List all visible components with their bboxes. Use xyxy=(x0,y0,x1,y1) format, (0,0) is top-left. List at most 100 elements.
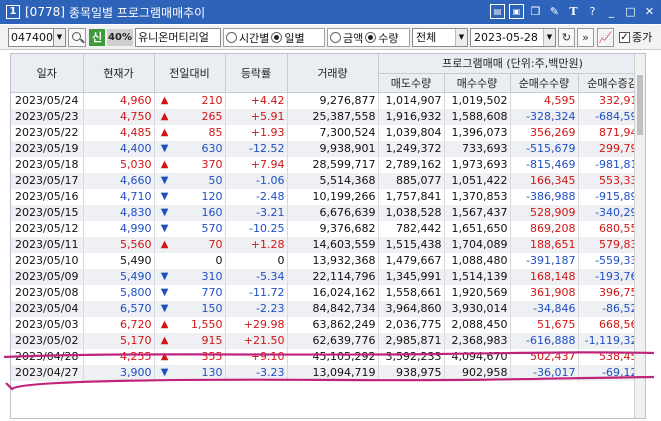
cell-rate: -11.72 xyxy=(225,284,288,301)
pin-icon[interactable]: ✎ xyxy=(547,4,562,19)
help-icon[interactable]: ? xyxy=(585,4,600,19)
table-row[interactable]: 2023/05/12 4,990 ▼ 570 -10.25 9,376,682 782,44… xyxy=(11,220,645,237)
table-row[interactable]: 2023/05/11 5,560 ▲ 70 +1.28 14,603,559 1,515,4… xyxy=(11,236,645,253)
cell-volume: 25,387,558 xyxy=(287,108,379,125)
cell-date: 2023/05/04 xyxy=(11,300,84,317)
cell-buy-qty: 1,396,073 xyxy=(444,124,511,141)
cell-change: ▼ 150 xyxy=(154,300,226,317)
table-row[interactable]: 2023/05/08 5,800 ▼ 770 -11.72 16,024,162 1,558… xyxy=(11,284,645,301)
chart-icon: 📈 xyxy=(598,31,613,44)
up-arrow-icon: ▲ xyxy=(160,158,169,170)
cell-sell-qty: 2,789,162 xyxy=(378,156,445,173)
header-net-qty[interactable]: 순매수수량 xyxy=(510,73,579,93)
table-row[interactable]: 2023/05/19 4,400 ▼ 630 -12.52 9,938,901 1,249,… xyxy=(11,140,645,157)
cell-buy-qty: 4,094,670 xyxy=(444,348,511,365)
next-button[interactable]: » xyxy=(577,28,594,47)
minimize-icon[interactable]: _ xyxy=(604,4,619,19)
radio-amount[interactable]: 금액 xyxy=(330,30,363,46)
copy-icon[interactable]: ❐ xyxy=(528,4,543,19)
table-row[interactable]: 2023/05/18 5,030 ▲ 370 +7.94 28,599,717 2,789,… xyxy=(11,156,645,173)
cell-volume: 62,639,776 xyxy=(287,332,379,349)
cell-change: ▲ 265 xyxy=(154,108,226,125)
cell-change: ▲ 1,550 xyxy=(154,316,226,333)
table-row[interactable]: 2023/05/10 5,490 0 0 13,932,368 1,479,667 1,08… xyxy=(11,252,645,269)
header-date[interactable]: 일자 xyxy=(11,54,84,93)
cell-rate: +1.93 xyxy=(225,124,288,141)
cell-net-qty: 168,148 xyxy=(510,268,579,285)
table-row[interactable]: 2023/04/27 3,900 ▼ 130 -3.23 13,094,719 938,97… xyxy=(11,364,645,381)
refresh-icon: ↻ xyxy=(561,31,572,44)
header-volume[interactable]: 거래량 xyxy=(287,54,379,93)
title-icons: ▤ ▣ ❐ ✎ T ? _ □ ✕ xyxy=(490,4,657,19)
table-row[interactable]: 2023/05/23 4,750 ▲ 265 +5.91 25,387,558 1,916,… xyxy=(11,108,645,125)
font-icon[interactable]: T xyxy=(566,4,581,19)
scrollbar-thumb[interactable] xyxy=(637,75,643,135)
cell-change: ▲ 915 xyxy=(154,332,226,349)
cell-net-qty: -386,988 xyxy=(510,188,579,205)
period-radio-group: 시간별 일별 xyxy=(223,28,325,47)
cell-volume: 84,842,734 xyxy=(287,300,379,317)
close-icon[interactable]: ✕ xyxy=(642,4,657,19)
table-row[interactable]: 2023/05/22 4,485 ▲ 85 +1.93 7,300,524 1,039,80… xyxy=(11,124,645,141)
margin-rate-badge: 40% xyxy=(107,29,133,46)
radio-hourly[interactable]: 시간별 xyxy=(226,30,269,46)
search-button[interactable] xyxy=(68,28,86,47)
close-price-checkbox[interactable]: ✓ 종가 xyxy=(619,29,652,45)
cell-buy-qty: 1,704,089 xyxy=(444,236,511,253)
stock-code-dropdown[interactable]: ▼ xyxy=(53,28,66,47)
cell-volume: 5,514,368 xyxy=(287,172,379,189)
cell-date: 2023/05/11 xyxy=(11,236,84,253)
table-row[interactable]: 2023/05/09 5,490 ▼ 310 -5.34 22,114,796 1,345,… xyxy=(11,268,645,285)
cell-rate: -12.52 xyxy=(225,140,288,157)
radio-quantity[interactable]: 수량 xyxy=(365,30,399,46)
cell-date: 2023/05/10 xyxy=(11,252,84,269)
table-row[interactable]: 2023/05/15 4,830 ▼ 160 -3.21 6,676,639 1,038,5… xyxy=(11,204,645,221)
chevron-down-icon: ▼ xyxy=(455,29,467,46)
table-row[interactable]: 2023/05/17 4,660 ▼ 50 -1.06 5,514,368 885,077 1… xyxy=(11,172,645,189)
flat-icon xyxy=(160,253,169,269)
table-row[interactable]: 2023/05/02 5,170 ▲ 915 +21.50 62,639,776 2,985… xyxy=(11,332,645,349)
cell-volume: 9,938,901 xyxy=(287,140,379,157)
radio-daily[interactable]: 일별 xyxy=(271,30,305,46)
screen-icon[interactable]: ▤ xyxy=(490,4,505,19)
layout-icon[interactable]: ▣ xyxy=(509,4,524,19)
cell-date: 2023/05/16 xyxy=(11,188,84,205)
cell-change: ▼ 120 xyxy=(154,188,226,205)
cell-buy-qty: 1,588,608 xyxy=(444,108,511,125)
table-row[interactable]: 2023/04/28 4,255 ▲ 355 +9.10 45,105,292 3,592,… xyxy=(11,348,645,365)
cell-date: 2023/05/24 xyxy=(11,92,84,109)
cell-date: 2023/05/02 xyxy=(11,332,84,349)
cell-net-qty: 361,908 xyxy=(510,284,579,301)
cell-net-qty: -328,324 xyxy=(510,108,579,125)
stock-code-input[interactable]: 047400 xyxy=(8,28,54,47)
maximize-icon[interactable]: □ xyxy=(623,4,638,19)
header-buy-qty[interactable]: 매수수량 xyxy=(444,73,511,93)
down-arrow-icon: ▼ xyxy=(160,222,169,234)
market-select[interactable]: 전체 ▼ xyxy=(412,28,468,47)
date-picker[interactable]: 2023-05-28 ▼ xyxy=(470,28,556,47)
cell-change: ▲ 370 xyxy=(154,156,226,173)
chevron-down-icon: ▼ xyxy=(543,29,555,46)
header-rate[interactable]: 등락률 xyxy=(225,54,288,93)
header-price[interactable]: 현재가 xyxy=(83,54,155,93)
table-row[interactable]: 2023/05/16 4,710 ▼ 120 -2.48 10,199,266 1,757,… xyxy=(11,188,645,205)
cell-price: 3,900 xyxy=(83,364,155,381)
cell-net-qty: 869,208 xyxy=(510,220,579,237)
cell-net-qty: 51,675 xyxy=(510,316,579,333)
stock-name-field[interactable]: 유니온머티리얼 xyxy=(135,28,221,47)
down-arrow-icon: ▼ xyxy=(160,286,169,298)
table-row[interactable]: 2023/05/24 4,960 ▲ 210 +4.42 9,276,877 1,014,9… xyxy=(11,92,645,109)
header-change[interactable]: 전일대비 xyxy=(154,54,226,93)
down-arrow-icon: ▼ xyxy=(160,142,169,154)
table-row[interactable]: 2023/05/04 6,570 ▼ 150 -2.23 84,842,734 3,964,… xyxy=(11,300,645,317)
header-sell-qty[interactable]: 매도수량 xyxy=(378,73,445,93)
cell-rate: -5.34 xyxy=(225,268,288,285)
chart-button[interactable]: 📈 xyxy=(597,28,614,47)
up-arrow-icon: ▲ xyxy=(160,334,169,346)
cell-net-qty: 4,595 xyxy=(510,92,579,109)
vertical-scrollbar[interactable] xyxy=(634,54,645,418)
table-row[interactable]: 2023/05/03 6,720 ▲ 1,550 +29.98 63,862,249 2,0… xyxy=(11,316,645,333)
toolbar: 047400 ▼ 신 40% 유니온머티리얼 시간별 일별 금액 수량 전체 ▼… xyxy=(0,25,661,50)
refresh-button[interactable]: ↻ xyxy=(558,28,575,47)
cell-buy-qty: 902,958 xyxy=(444,364,511,381)
